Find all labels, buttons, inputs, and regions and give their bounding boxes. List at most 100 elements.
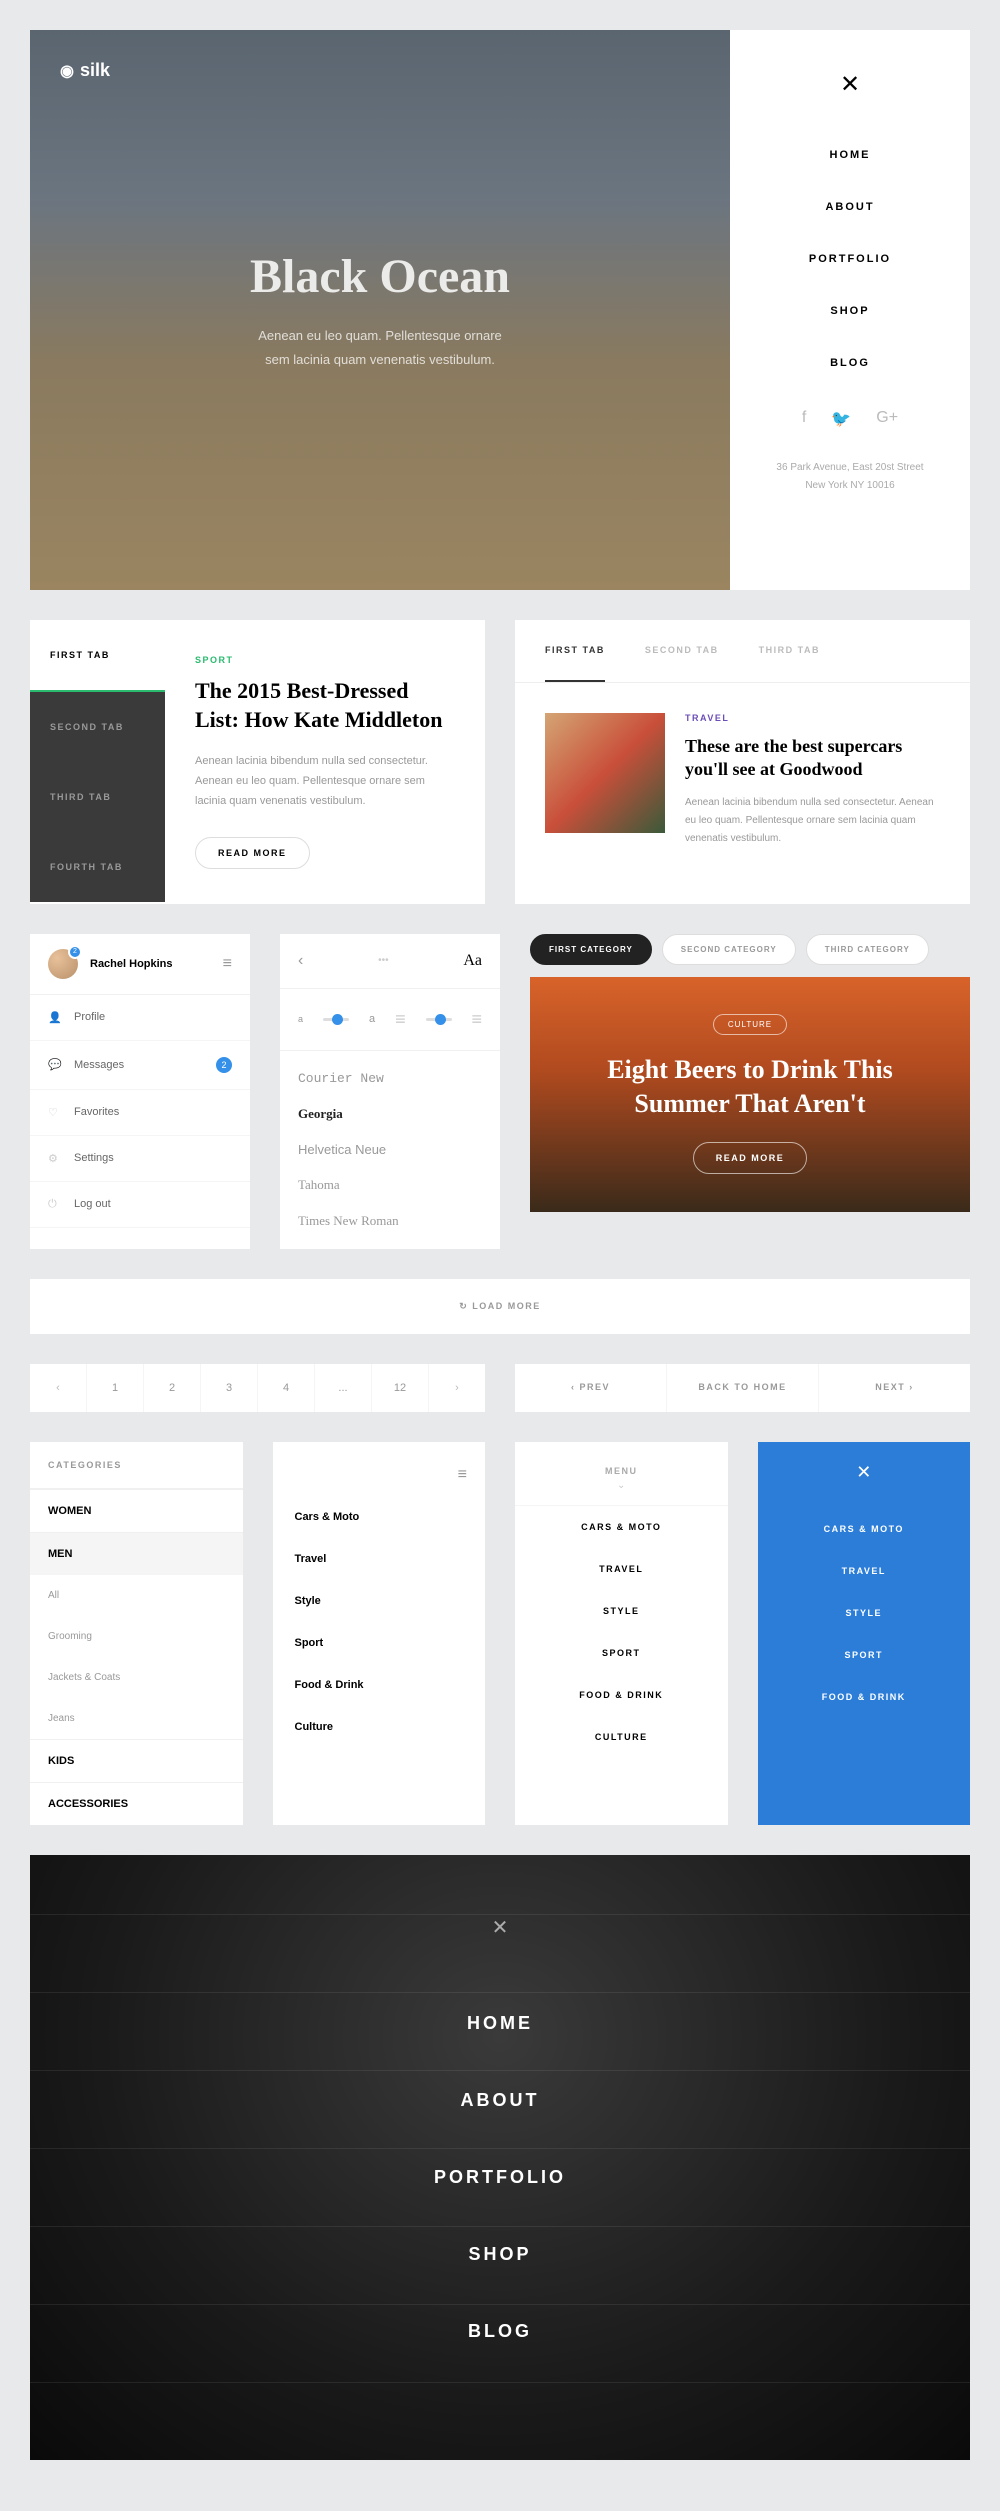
- twitter-icon[interactable]: 🐦: [831, 409, 851, 429]
- heart-icon: ♡: [48, 1106, 62, 1119]
- overlay-portfolio[interactable]: PORTFOLIO: [30, 2139, 970, 2216]
- logo[interactable]: silk: [60, 60, 110, 81]
- page-1[interactable]: 1: [87, 1364, 144, 1412]
- nav-blog[interactable]: BLOG: [760, 357, 940, 369]
- page-2[interactable]: 2: [144, 1364, 201, 1412]
- line-height-slider[interactable]: [426, 1018, 452, 1021]
- cat-accessories[interactable]: ACCESSORIES: [30, 1782, 243, 1825]
- vtab-fourth[interactable]: FOURTH TAB: [30, 832, 165, 902]
- profile-panel: 2 Rachel Hopkins ≡ 👤Profile 💬Messages2 ♡…: [30, 934, 250, 1249]
- list-travel[interactable]: Travel: [273, 1538, 486, 1580]
- googleplus-icon[interactable]: G+: [876, 409, 898, 429]
- menu-cars[interactable]: CARS & MOTO: [515, 1506, 728, 1548]
- article-thumbnail: [545, 713, 665, 833]
- cat-men[interactable]: MEN: [30, 1532, 243, 1575]
- font-courier[interactable]: Courier New: [280, 1061, 500, 1096]
- menu-logout[interactable]: ⏻Log out: [30, 1182, 250, 1228]
- overlay-about[interactable]: ABOUT: [30, 2062, 970, 2139]
- close-icon[interactable]: ✕: [30, 1915, 970, 1940]
- page-prev[interactable]: ‹: [30, 1364, 87, 1412]
- hero-subtitle-1: Aenean eu leo quam. Pellentesque ornare: [250, 324, 510, 347]
- page-3[interactable]: 3: [201, 1364, 258, 1412]
- font-size-slider[interactable]: [323, 1018, 349, 1021]
- menu-culture[interactable]: CULTURE: [515, 1716, 728, 1758]
- horizontal-tabs-panel: FIRST TAB SECOND TAB THIRD TAB TRAVEL Th…: [515, 620, 970, 904]
- htab-third[interactable]: THIRD TAB: [759, 620, 820, 682]
- pill-first-category[interactable]: FIRST CATEGORY: [530, 934, 652, 965]
- cat-jeans[interactable]: Jeans: [30, 1698, 243, 1739]
- list-style[interactable]: Style: [273, 1580, 486, 1622]
- address-line-2: New York NY 10016: [760, 477, 940, 495]
- cat-women[interactable]: WOMEN: [30, 1489, 243, 1532]
- facebook-icon[interactable]: f: [802, 409, 806, 429]
- htab-second[interactable]: SECOND TAB: [645, 620, 719, 682]
- menu-food[interactable]: FOOD & DRINK: [515, 1674, 728, 1716]
- read-more-button[interactable]: READ MORE: [693, 1142, 808, 1174]
- htab-first[interactable]: FIRST TAB: [545, 620, 605, 682]
- nav-portfolio[interactable]: PORTFOLIO: [760, 253, 940, 265]
- overlay-home[interactable]: HOME: [30, 1985, 970, 2062]
- hamburger-icon[interactable]: ≡: [458, 1466, 467, 1484]
- cat-grooming[interactable]: Grooming: [30, 1616, 243, 1657]
- font-size-label: Aa: [463, 952, 482, 970]
- menu-style[interactable]: STYLE: [515, 1590, 728, 1632]
- font-helvetica[interactable]: Helvetica Neue: [280, 1132, 500, 1167]
- menu-messages[interactable]: 💬Messages2: [30, 1041, 250, 1090]
- power-icon: ⏻: [48, 1198, 62, 1211]
- cat-jackets[interactable]: Jackets & Coats: [30, 1657, 243, 1698]
- menu-panel: MENU ⌄ CARS & MOTO TRAVEL STYLE SPORT FO…: [515, 1442, 728, 1825]
- blue-travel[interactable]: TRAVEL: [758, 1550, 971, 1592]
- blue-menu-panel: ✕ CARS & MOTO TRAVEL STYLE SPORT FOOD & …: [758, 1442, 971, 1825]
- overlay-shop[interactable]: SHOP: [30, 2216, 970, 2293]
- overlay-blog[interactable]: BLOG: [30, 2293, 970, 2370]
- nav-pager: ‹ PREV BACK TO HOME NEXT ›: [515, 1364, 970, 1412]
- profile-name: Rachel Hopkins: [90, 958, 211, 970]
- font-georgia[interactable]: Georgia: [280, 1096, 500, 1132]
- hamburger-icon[interactable]: ≡: [223, 955, 232, 973]
- page-12[interactable]: 12: [372, 1364, 429, 1412]
- chevron-down-icon[interactable]: ⌄: [515, 1480, 728, 1506]
- back-to-home-button[interactable]: BACK TO HOME: [667, 1364, 819, 1412]
- close-icon[interactable]: ✕: [758, 1462, 971, 1483]
- avatar-badge: 2: [68, 945, 82, 959]
- nav-home[interactable]: HOME: [760, 149, 940, 161]
- page-4[interactable]: 4: [258, 1364, 315, 1412]
- prev-button[interactable]: ‹ PREV: [515, 1364, 667, 1412]
- blue-food[interactable]: FOOD & DRINK: [758, 1676, 971, 1718]
- back-icon[interactable]: ‹: [298, 952, 303, 970]
- blue-cars[interactable]: CARS & MOTO: [758, 1508, 971, 1550]
- more-icon[interactable]: •••: [378, 955, 389, 966]
- nav-about[interactable]: ABOUT: [760, 201, 940, 213]
- font-times[interactable]: Times New Roman: [280, 1203, 500, 1239]
- pill-third-category[interactable]: THIRD CATEGORY: [806, 934, 929, 965]
- vtab-third[interactable]: THIRD TAB: [30, 762, 165, 832]
- list-culture[interactable]: Culture: [273, 1706, 486, 1748]
- blue-style[interactable]: STYLE: [758, 1592, 971, 1634]
- font-tahoma[interactable]: Tahoma: [280, 1167, 500, 1203]
- menu-travel[interactable]: TRAVEL: [515, 1548, 728, 1590]
- blue-sport[interactable]: SPORT: [758, 1634, 971, 1676]
- read-more-button[interactable]: READ MORE: [195, 837, 310, 869]
- close-icon[interactable]: ✕: [760, 70, 940, 99]
- menu-sport[interactable]: SPORT: [515, 1632, 728, 1674]
- menu-profile[interactable]: 👤Profile: [30, 995, 250, 1041]
- list-sport[interactable]: Sport: [273, 1622, 486, 1664]
- feature-panel: FIRST CATEGORY SECOND CATEGORY THIRD CAT…: [530, 934, 970, 1249]
- list-cars[interactable]: Cars & Moto: [273, 1496, 486, 1538]
- article-body: Aenean lacinia bibendum nulla sed consec…: [195, 752, 455, 811]
- load-more-button[interactable]: LOAD MORE: [30, 1279, 970, 1334]
- nav-shop[interactable]: SHOP: [760, 305, 940, 317]
- menu-favorites[interactable]: ♡Favorites: [30, 1090, 250, 1136]
- avatar[interactable]: 2: [48, 949, 78, 979]
- next-button[interactable]: NEXT ›: [819, 1364, 970, 1412]
- list-food[interactable]: Food & Drink: [273, 1664, 486, 1706]
- categories-heading: CATEGORIES: [30, 1442, 243, 1489]
- pill-second-category[interactable]: SECOND CATEGORY: [662, 934, 796, 965]
- cat-kids[interactable]: KIDS: [30, 1739, 243, 1782]
- vtab-second[interactable]: SECOND TAB: [30, 692, 165, 762]
- menu-settings[interactable]: ⚙Settings: [30, 1136, 250, 1182]
- article-title: The 2015 Best-Dressed List: How Kate Mid…: [195, 677, 455, 734]
- page-next[interactable]: ›: [429, 1364, 485, 1412]
- cat-all[interactable]: All: [30, 1575, 243, 1616]
- vtab-first[interactable]: FIRST TAB: [30, 620, 165, 692]
